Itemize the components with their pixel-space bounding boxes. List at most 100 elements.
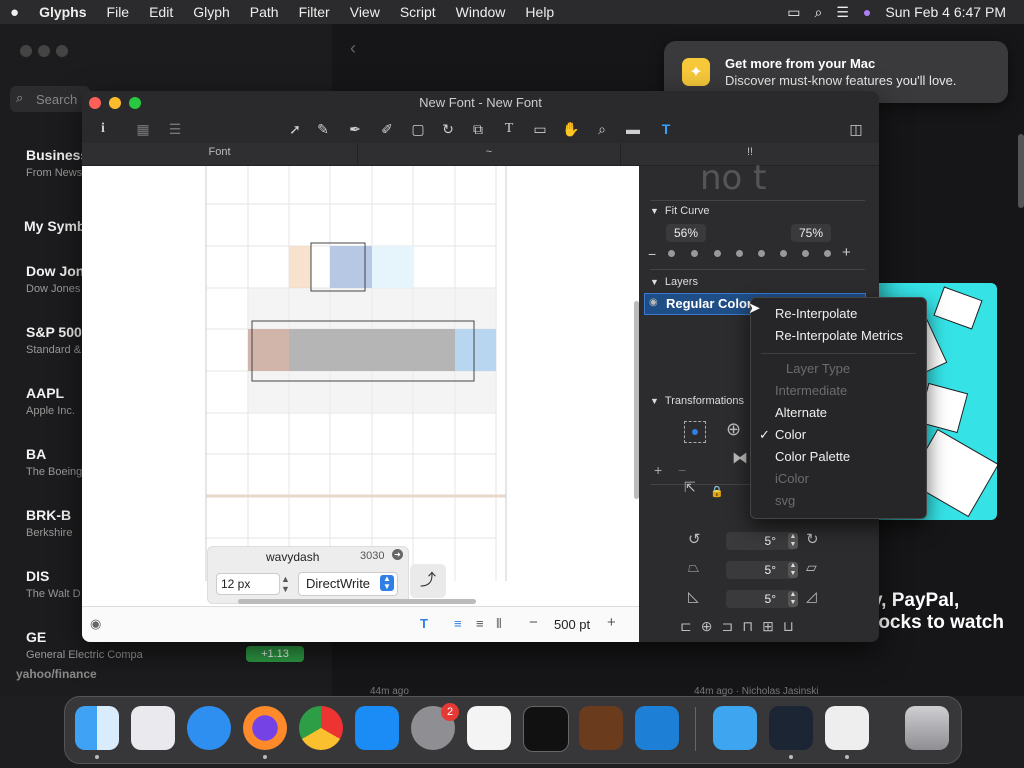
eye-icon[interactable]: ◉ (90, 616, 101, 632)
transformations-header[interactable]: ▼ Transformations (650, 395, 744, 407)
glyphs-app-icon[interactable] (825, 706, 869, 750)
garageband-icon[interactable] (579, 706, 623, 750)
measure-tool-icon[interactable]: ▬ (622, 119, 644, 139)
slant-angle-input[interactable]: 5° (726, 561, 796, 579)
slant-left-icon[interactable]: ⏢ (688, 559, 699, 576)
glyph-unicode[interactable]: 3030 (360, 550, 384, 562)
slant-right-icon[interactable]: ▱ (806, 559, 817, 576)
rotate-cw-icon[interactable]: ↻ (806, 530, 819, 548)
fit-minus-button[interactable]: − (648, 246, 656, 262)
news-headline[interactable]: y, PayPal, tocks to watch (872, 590, 1012, 634)
rectangle-tool-icon[interactable]: ▢ (407, 119, 429, 139)
renderer-select[interactable]: DirectWrite ▲ ▼ (298, 572, 398, 596)
stocks-search-input[interactable]: ⌕ Search (10, 86, 90, 112)
rotate-angle-stepper[interactable]: ▲ ▼ (788, 533, 798, 549)
menu-script[interactable]: Script (390, 4, 446, 20)
back-arrow-icon[interactable]: ‹ (350, 38, 356, 59)
canvas-horizontal-scrollbar[interactable] (238, 599, 476, 604)
chrome-icon[interactable] (299, 706, 343, 750)
eye-icon[interactable]: ◉ (649, 297, 658, 308)
app-menu[interactable]: Glyphs (29, 4, 96, 20)
fit-curve-right-input[interactable]: 75% (791, 224, 831, 242)
menu-item-color-palette[interactable]: Color Palette (775, 449, 850, 464)
terminal-icon[interactable] (523, 706, 569, 752)
trash-icon[interactable] (905, 706, 949, 750)
menu-item-reinterpolate-metrics[interactable]: Re-Interpolate Metrics (775, 328, 903, 343)
finder-icon[interactable] (75, 706, 119, 750)
list-view-icon[interactable]: ☰ (164, 119, 186, 139)
screen-mirroring-icon[interactable]: ▭ (787, 4, 800, 21)
menu-filter[interactable]: Filter (289, 4, 340, 20)
menu-window[interactable]: Window (446, 4, 516, 20)
lock-icon[interactable]: 🔒 (710, 485, 724, 498)
rotate-angle-input[interactable]: 5° (726, 532, 796, 550)
menu-glyph[interactable]: Glyph (183, 4, 240, 20)
launchpad-icon[interactable] (131, 706, 175, 750)
menu-path[interactable]: Path (240, 4, 289, 20)
type-tool-icon[interactable]: T (655, 119, 677, 139)
siri-icon[interactable]: ● (863, 4, 871, 20)
layers-header[interactable]: ▼ Layers (650, 276, 698, 288)
align-buttons-icon[interactable]: ⊏⊕⊐⊓⊞⊔ (680, 618, 803, 635)
menu-view[interactable]: View (340, 4, 390, 20)
glyph-canvas[interactable]: wavydash 3030 ➜ 12 px ▲ ▼ DirectWrite ▲ ▼ … (82, 166, 639, 606)
menu-edit[interactable]: Edit (139, 4, 183, 20)
crosshair-icon[interactable]: ⊕ (726, 419, 741, 440)
grid-view-icon[interactable]: ▦ (132, 119, 154, 139)
sidebar-toggle-icon[interactable]: ◫ (845, 119, 867, 139)
vscode-icon[interactable] (635, 706, 679, 750)
add-layer-button[interactable]: + (654, 462, 662, 478)
menu-file[interactable]: File (97, 4, 140, 20)
spotlight-icon[interactable]: ⌕ (814, 4, 822, 21)
menu-item-color[interactable]: Color (775, 427, 806, 442)
direction-toggle-icon[interactable]: ⤴ (410, 564, 446, 598)
draw-tool-icon[interactable]: ✎ (312, 119, 334, 139)
align-left-icon[interactable]: ≡ (454, 616, 462, 631)
canvas-vertical-scrollbar[interactable] (634, 301, 639, 499)
select-tool-icon[interactable]: ➚ (284, 119, 306, 139)
skew-angle-stepper[interactable]: ▲ ▼ (788, 591, 798, 607)
slant-angle-stepper[interactable]: ▲ ▼ (788, 562, 798, 578)
fit-curve-dots[interactable] (666, 246, 842, 260)
control-center-icon[interactable]: ☰ (836, 4, 849, 21)
tab-preview[interactable]: !! (621, 146, 879, 158)
zoom-out-button[interactable]: − (529, 614, 538, 631)
menu-help[interactable]: Help (515, 4, 564, 20)
annotation-tool-icon[interactable]: ▭ (529, 119, 551, 139)
tab-edit[interactable]: ~ (358, 146, 620, 158)
glyph-name[interactable]: wavydash (266, 550, 319, 564)
hand-tool-icon[interactable]: ✋ (560, 119, 582, 139)
skew-angle-input[interactable]: 5° (726, 590, 796, 608)
menu-item-reinterpolate[interactable]: Re-Interpolate (775, 306, 857, 321)
rotate-ccw-icon[interactable]: ↺ (688, 530, 701, 548)
zoom-level[interactable]: 500 pt (554, 617, 590, 632)
clock[interactable]: Sun Feb 4 6:47 PM (885, 4, 1006, 20)
firefox-icon[interactable] (243, 706, 287, 750)
zoom-tool-icon[interactable]: ⌕ (591, 119, 613, 139)
fit-curve-header[interactable]: ▼ Fit Curve (650, 205, 710, 217)
go-arrow-icon[interactable]: ➜ (392, 549, 403, 560)
scrollbar[interactable] (1018, 134, 1024, 208)
skew-right-icon[interactable]: ◿ (806, 588, 817, 605)
skew-left-icon[interactable]: ◺ (688, 588, 699, 605)
info-icon[interactable]: i (92, 119, 114, 139)
rotate-tool-icon[interactable]: ↻ (437, 119, 459, 139)
zoom-in-button[interactable]: + (607, 614, 616, 631)
stocks-icon[interactable] (769, 706, 813, 750)
font-size-input[interactable]: 12 px ▲ ▼ (216, 573, 290, 595)
pen-tool-icon[interactable]: ✒ (344, 119, 366, 139)
justify-icon[interactable]: ⦀ (496, 616, 502, 632)
fit-curve-left-input[interactable]: 56% (666, 224, 706, 242)
safari-icon[interactable] (187, 706, 231, 750)
menu-item-alternate[interactable]: Alternate (775, 405, 827, 420)
align-right-icon[interactable]: ≡ (476, 616, 484, 631)
scale-tool-icon[interactable]: ⧉ (467, 119, 489, 139)
text-tool-small-icon[interactable]: T (420, 616, 428, 631)
apple-menu-icon[interactable]: ● (0, 4, 29, 21)
pencil-tool-icon[interactable]: ✐ (376, 119, 398, 139)
textedit-icon[interactable] (467, 706, 511, 750)
app-store-icon[interactable] (355, 706, 399, 750)
text-tool-icon[interactable]: T (498, 119, 520, 139)
flip-horizontal-icon[interactable]: ⧓ (732, 448, 748, 468)
tab-font[interactable]: Font (82, 146, 357, 158)
